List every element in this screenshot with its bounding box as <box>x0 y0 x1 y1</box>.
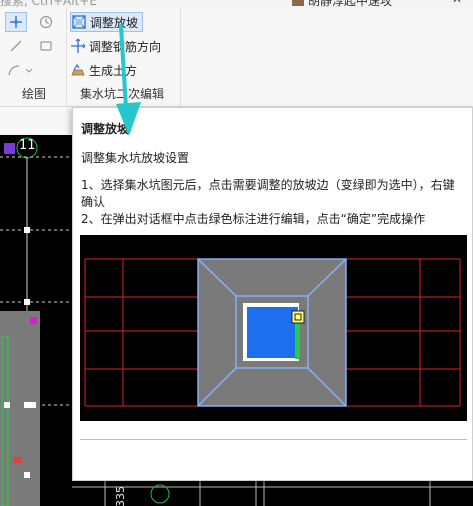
top-bar: 搜索, Ctrl+Alt+E 胡静淳起中速攻 — ✕ <box>0 0 473 8</box>
minimize-icon[interactable]: — <box>418 0 430 6</box>
generate-earthwork-button[interactable]: 生成土方 <box>70 60 137 80</box>
ribbon: 绘图 调整放坡 调整钢筋方向 生成土方 集水坑二次编辑 <box>0 8 473 107</box>
slope-adjust-icon <box>71 14 87 30</box>
tooltip-title: 调整放坡 <box>81 122 130 136</box>
point-icon[interactable] <box>5 12 27 32</box>
rebar-direction-icon <box>70 38 86 54</box>
adjust-rebar-direction-button[interactable]: 调整钢筋方向 <box>70 36 161 56</box>
earthwork-icon <box>70 62 86 78</box>
ribbon-empty-area <box>181 8 473 106</box>
clock-icon[interactable] <box>35 12 57 32</box>
tooltip-step-1: 1、选择集水坑图元后，点击需要调整的放坡边（变绿即为选中），右键确认 <box>81 178 455 209</box>
adjust-rebar-direction-label: 调整钢筋方向 <box>89 39 162 54</box>
close-icon[interactable]: ✕ <box>452 0 462 6</box>
generate-earthwork-label: 生成土方 <box>89 63 138 78</box>
arc-icon[interactable] <box>5 60 35 80</box>
command-tooltip: 调整放坡 调整集水坑放坡设置 1、选择集水坑图元后，点击需要调整的放坡边（变绿即… <box>72 107 473 481</box>
sump-edit-group: 调整放坡 调整钢筋方向 生成土方 集水坑二次编辑 <box>66 8 181 106</box>
tooltip-divider <box>80 439 467 440</box>
avatar[interactable] <box>292 0 304 6</box>
draw-group: 绘图 <box>0 8 67 106</box>
tooltip-subtitle: 调整集水坑放坡设置 <box>81 151 190 165</box>
line-icon[interactable] <box>5 36 27 56</box>
rect-icon[interactable] <box>35 36 57 56</box>
tooltip-illustration <box>80 235 467 421</box>
axis-label: 11 <box>19 138 36 153</box>
search-input[interactable]: 搜索, Ctrl+Alt+E <box>0 0 97 8</box>
draw-group-label: 绘图 <box>22 87 47 101</box>
user-name[interactable]: 胡静淳起中速攻 <box>308 0 392 8</box>
dimension-text: 335 <box>114 486 127 506</box>
tooltip-step-2: 2、在弹出对话框中点击绿色标注进行编辑，点击“确定”完成操作 <box>81 212 426 226</box>
adjust-slope-button[interactable]: 调整放坡 <box>70 12 144 32</box>
adjust-slope-label: 调整放坡 <box>90 15 139 30</box>
sump-group-label: 集水坑二次编辑 <box>80 87 165 101</box>
